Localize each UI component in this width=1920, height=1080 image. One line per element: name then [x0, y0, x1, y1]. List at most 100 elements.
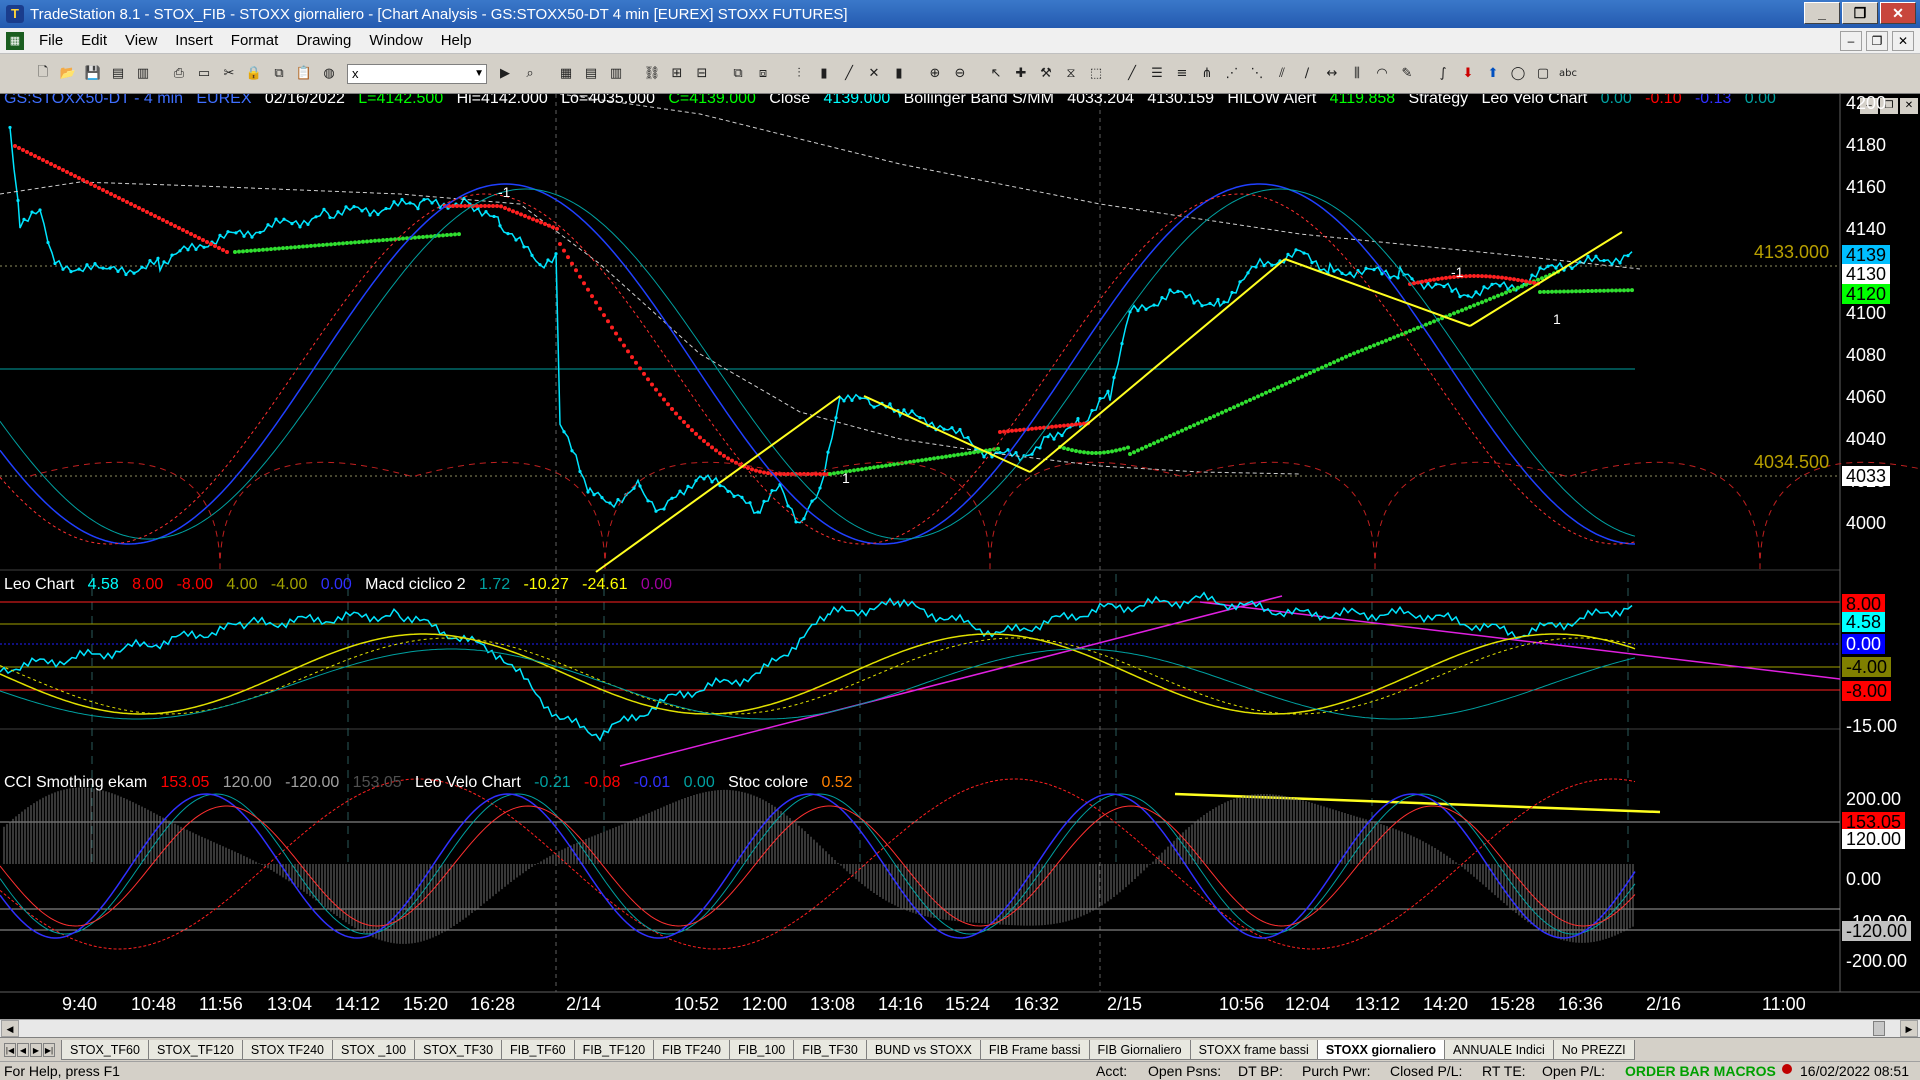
line-chart-icon[interactable]: ╱	[838, 63, 860, 85]
volume-icon[interactable]: ▮	[888, 63, 910, 85]
chart-analysis-window[interactable]: GS:STOXX50-DT - 4 min EUREX 02/16/2022 L…	[0, 94, 1920, 1019]
save-icon[interactable]: 💾	[82, 63, 104, 85]
horizontal-line-icon[interactable]: ☰	[1146, 63, 1168, 85]
tab-last-icon[interactable]: ▶|	[43, 1042, 55, 1057]
trend-dot	[1512, 287, 1516, 292]
link-icon[interactable]: ⛓	[641, 63, 663, 85]
format-analysis-icon[interactable]: ⊟	[691, 63, 713, 85]
symbol-input[interactable]: x ▼	[347, 63, 487, 84]
zoom-in-icon[interactable]: ⊕	[924, 63, 946, 85]
scroll-right-arrow[interactable]: ▶	[1900, 1020, 1918, 1037]
workspace-tab[interactable]: STOX_TF30	[414, 1039, 503, 1060]
insert-indicator-icon[interactable]: ⧉	[727, 63, 749, 85]
tab-first-icon[interactable]: |◀	[4, 1042, 16, 1057]
paste-icon[interactable]: 📋	[293, 63, 315, 85]
menu-edit[interactable]: Edit	[72, 28, 116, 54]
symbol-lookup-icon[interactable]: ⌕	[519, 63, 541, 85]
chart-window-tool-icon[interactable]: ▦	[555, 63, 577, 85]
menu-view[interactable]: View	[116, 28, 166, 54]
ellipse-icon[interactable]: ◯	[1507, 63, 1529, 85]
workspace-tab[interactable]: FIB_TF30	[793, 1039, 867, 1060]
tab-next-icon[interactable]: ▶	[30, 1042, 42, 1057]
trendline-icon[interactable]: ╱	[1121, 63, 1143, 85]
menu-help[interactable]: Help	[432, 28, 481, 54]
panel-close-button[interactable]: ✕	[1900, 98, 1918, 114]
andrews-pitchfork-icon[interactable]: ⋔	[1196, 63, 1218, 85]
freehand-icon[interactable]: ∫	[1432, 63, 1454, 85]
workspace-tab[interactable]: STOX TF240	[241, 1039, 334, 1060]
format-symbol-icon[interactable]: ⊞	[666, 63, 688, 85]
tab-prev-icon[interactable]: ◀	[17, 1042, 29, 1057]
fibonacci-icon[interactable]: ≡	[1171, 63, 1193, 85]
expert-icon[interactable]: ⧖	[1060, 63, 1082, 85]
open-icon[interactable]: 📂	[57, 63, 79, 85]
hammer-icon[interactable]: ⚒	[1035, 63, 1057, 85]
crosshair-icon[interactable]: ✚	[1010, 63, 1032, 85]
menu-insert[interactable]: Insert	[166, 28, 222, 54]
menu-format[interactable]: Format	[222, 28, 288, 54]
speed-lines-icon[interactable]: ⋱	[1246, 63, 1268, 85]
chart-window-icon[interactable]: ▦	[6, 31, 24, 50]
workspace-tab[interactable]: FIB TF240	[653, 1039, 730, 1060]
workspace-tab[interactable]: FIB_TF120	[573, 1039, 655, 1060]
copy-icon[interactable]: ⧉	[268, 63, 290, 85]
tradestation-app-icon[interactable]: T	[6, 5, 24, 23]
scroll-left-arrow[interactable]: ◀	[1, 1020, 19, 1037]
pencil-icon[interactable]: ✎	[1396, 63, 1418, 85]
retracement-icon[interactable]: ⫼	[1346, 63, 1368, 85]
horizontal-scrollbar[interactable]: ◀ ▶	[0, 1019, 1920, 1037]
zoom-out-icon[interactable]: ⊖	[949, 63, 971, 85]
point-figure-icon[interactable]: ✕	[863, 63, 885, 85]
minimize-button[interactable]: _	[1804, 2, 1840, 24]
scroll-icon[interactable]: ⬚	[1085, 63, 1107, 85]
channel-icon[interactable]: ∕	[1296, 63, 1318, 85]
workspace-tab[interactable]: FIB_TF60	[501, 1039, 575, 1060]
new-icon[interactable]: 🗋	[32, 63, 54, 85]
regression-icon[interactable]: ⫽	[1271, 63, 1293, 85]
menu-window[interactable]: Window	[360, 28, 431, 54]
workspace-tab[interactable]: FIB Giornaliero	[1088, 1039, 1191, 1060]
menu-file[interactable]: File	[30, 28, 72, 54]
go-arrow-icon[interactable]: ▶	[494, 63, 516, 85]
down-arrow-icon[interactable]: ⬇	[1457, 63, 1479, 85]
insert-strategy-icon[interactable]: ⧈	[752, 63, 774, 85]
radar-screen-icon[interactable]: ▤	[580, 63, 602, 85]
workspace-tab[interactable]: ANNUALE Indici	[1444, 1039, 1554, 1060]
arrows-icon[interactable]: ↔	[1321, 63, 1343, 85]
print-icon[interactable]: ⎙	[168, 63, 190, 85]
workspace-tab[interactable]: STOXX giornaliero	[1316, 1039, 1446, 1060]
chart-canvas[interactable]	[0, 94, 1920, 1019]
up-arrow-icon[interactable]: ⬆	[1482, 63, 1504, 85]
order-bar-macros[interactable]: ORDER BAR MACROS	[1625, 1063, 1776, 1079]
candlestick-icon[interactable]: ▮	[813, 63, 835, 85]
rectangle-icon[interactable]: ▢	[1532, 63, 1554, 85]
workspace-tab[interactable]: FIB_100	[728, 1039, 795, 1060]
pointer-icon[interactable]: ↖	[985, 63, 1007, 85]
workspace-tab[interactable]: STOX_TF120	[147, 1039, 243, 1060]
close-button[interactable]: ✕	[1880, 2, 1916, 24]
matrix-icon[interactable]: ▥	[605, 63, 627, 85]
new-workspace-icon[interactable]: ▤	[107, 63, 129, 85]
workspace-tab[interactable]: BUND vs STOXX	[865, 1039, 981, 1060]
workspace-tab[interactable]: STOXX frame bassi	[1189, 1039, 1318, 1060]
gann-fan-icon[interactable]: ⋰	[1221, 63, 1243, 85]
menu-drawing[interactable]: Drawing	[287, 28, 360, 54]
workspace-tab[interactable]: STOX_TF60	[61, 1039, 149, 1060]
workspace-tab[interactable]: STOX _100	[332, 1039, 416, 1060]
lock-icon[interactable]: 🔒	[243, 63, 265, 85]
chevron-down-icon[interactable]: ▼	[474, 65, 484, 83]
maximize-button[interactable]: ❐	[1842, 2, 1878, 24]
text-icon[interactable]: abc	[1557, 63, 1579, 85]
workspace-tab[interactable]: No PREZZI	[1552, 1039, 1635, 1060]
workspace-tab[interactable]: FIB Frame bassi	[979, 1039, 1090, 1060]
child-restore-button[interactable]: ❐	[1866, 31, 1888, 51]
arc-icon[interactable]: ◠	[1371, 63, 1393, 85]
scroll-thumb[interactable]	[1873, 1021, 1885, 1036]
cut-icon[interactable]: ✂	[218, 63, 240, 85]
print-preview-icon[interactable]: ▭	[193, 63, 215, 85]
bar-chart-icon[interactable]: ⫶	[788, 63, 810, 85]
child-minimize-button[interactable]: –	[1840, 31, 1862, 51]
globe-icon[interactable]: ◍	[318, 63, 340, 85]
open-workspace-icon[interactable]: ▥	[132, 63, 154, 85]
child-close-button[interactable]: ✕	[1892, 31, 1914, 51]
